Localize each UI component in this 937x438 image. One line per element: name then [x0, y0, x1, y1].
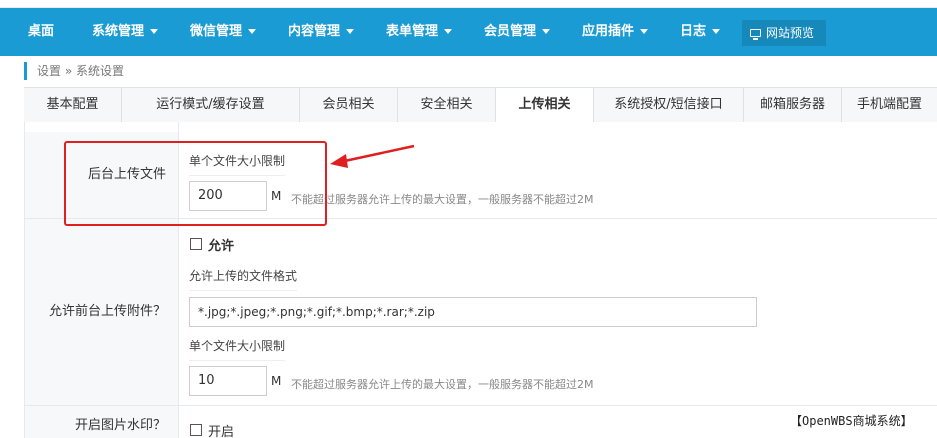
annotation-highlight-box [64, 141, 327, 226]
chevron-down-icon [150, 29, 159, 34]
arrow-shaft [339, 144, 415, 164]
tab-security[interactable]: 安全相关 [398, 88, 496, 122]
frontend-upload-label: 允许前台上传附件？ [25, 219, 178, 405]
nav-item-logs[interactable]: 日志 [680, 8, 721, 56]
tab-label: 系统授权/短信接口 [614, 97, 723, 112]
breadcrumb-text: 设置 » 系统设置 [37, 64, 124, 78]
arrow-head [330, 154, 348, 168]
watermark-label: 开启图片水印？ [25, 406, 178, 438]
label-text: 允许前台上传附件？ [48, 304, 166, 319]
nav-label: 微信管理 [190, 24, 243, 39]
nav-label: 应用插件 [582, 24, 635, 39]
frontend-size-hint: 不能超过服务器允许上传的最大设置，一般服务器不能超过2M [291, 378, 594, 391]
top-header: 桌面 系统管理 微信管理 内容管理 表单管理 会员管理 应用插件 日志 网站预览 [0, 0, 937, 64]
nav-label: 会员管理 [484, 24, 537, 39]
nav-label: 日志 [680, 24, 707, 39]
tab-label: 安全相关 [420, 97, 473, 112]
frontend-allow-label: 允许 [208, 239, 235, 254]
chevron-down-icon [542, 29, 551, 34]
nav-item-system[interactable]: 系统管理 [92, 8, 159, 56]
tab-mail-server[interactable]: 邮箱服务器 [744, 88, 842, 122]
tab-basic[interactable]: 基本配置 [24, 88, 122, 122]
chevron-down-icon [712, 29, 721, 34]
frontend-size-unit: M [271, 374, 282, 388]
watermark-enable-label: 开启 [208, 425, 235, 438]
settings-tabs: 基本配置 运行模式/缓存设置 会员相关 安全相关 上传相关 系统授权/短信接口 … [24, 87, 937, 123]
breadcrumb: 设置 » 系统设置 [24, 62, 124, 80]
tab-mobile[interactable]: 手机端配置 [842, 88, 937, 122]
chevron-down-icon [248, 29, 257, 34]
frontend-format-input[interactable]: *.jpg;*.jpeg;*.png;*.gif;*.bmp;*.rar;*.z… [189, 297, 757, 327]
chevron-down-icon [346, 29, 355, 34]
tab-label: 会员相关 [322, 97, 375, 112]
frontend-format-title: 允许上传的文件格式 [189, 267, 298, 291]
preview-label: 网站预览 [766, 26, 815, 40]
tab-label: 基本配置 [46, 97, 99, 112]
chevron-down-icon [444, 29, 453, 34]
top-strip [0, 0, 937, 8]
tab-label: 上传相关 [518, 97, 571, 112]
tab-label: 邮箱服务器 [759, 97, 825, 112]
site-preview-button[interactable]: 网站预览 [742, 20, 826, 46]
tab-members[interactable]: 会员相关 [300, 88, 398, 122]
monitor-icon [750, 28, 761, 40]
nav-item-plugins[interactable]: 应用插件 [582, 8, 649, 56]
tab-label: 手机端配置 [856, 97, 922, 112]
nav-label: 系统管理 [92, 24, 145, 39]
nav-label: 表单管理 [386, 24, 439, 39]
nav-label: 内容管理 [288, 24, 341, 39]
tab-runtime-cache[interactable]: 运行模式/缓存设置 [122, 88, 300, 122]
backend-size-hint: 不能超过服务器允许上传的最大设置，一般服务器不能超过2M [291, 193, 594, 206]
nav-label: 桌面 [28, 24, 55, 39]
frontend-size-input[interactable]: 10 [189, 366, 267, 396]
tab-upload[interactable]: 上传相关 [496, 88, 594, 123]
nav-item-members[interactable]: 会员管理 [484, 8, 551, 56]
tab-label: 运行模式/缓存设置 [156, 97, 265, 112]
brand-watermark: 【OpenWBS商城系统】 [790, 412, 913, 429]
nav-item-forms[interactable]: 表单管理 [386, 8, 453, 56]
main-navbar: 桌面 系统管理 微信管理 内容管理 表单管理 会员管理 应用插件 日志 网站预览 [0, 8, 937, 56]
tab-license-sms[interactable]: 系统授权/短信接口 [594, 88, 744, 122]
annotation-arrow-icon [330, 144, 415, 168]
nav-item-wechat[interactable]: 微信管理 [190, 8, 257, 56]
frontend-allow-checkbox[interactable] [190, 238, 202, 250]
watermark-enable-checkbox[interactable] [190, 424, 202, 436]
chevron-down-icon [640, 29, 649, 34]
nav-item-desktop[interactable]: 桌面 [28, 8, 54, 56]
nav-item-content[interactable]: 内容管理 [288, 8, 355, 56]
label-text: 开启图片水印？ [74, 418, 166, 433]
frontend-size-title: 单个文件大小限制 [189, 337, 286, 361]
